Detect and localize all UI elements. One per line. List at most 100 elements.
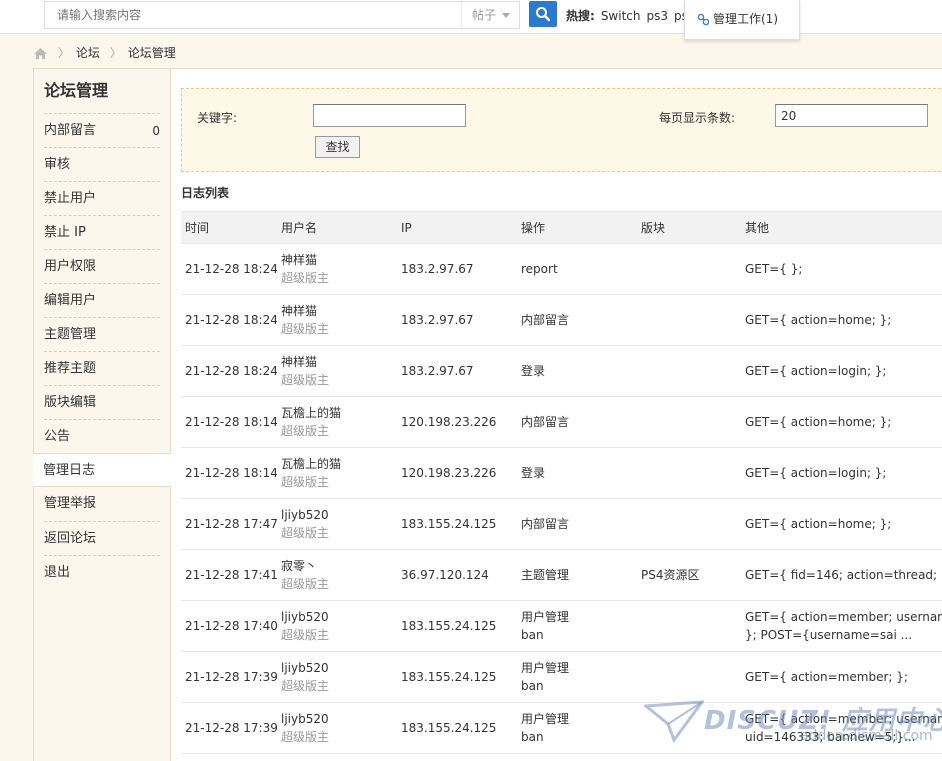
cell-operation: 内部留言 bbox=[517, 294, 637, 346]
sidebar-item-recommend-thread[interactable]: 推荐主题 bbox=[44, 351, 160, 385]
column-header-other: 其他 bbox=[741, 211, 942, 244]
search-type-select[interactable]: 帖子 bbox=[461, 2, 521, 28]
cell-ip: 183.2.97.67 bbox=[397, 345, 517, 397]
cell-forum bbox=[637, 651, 741, 703]
sidebar-item-edit-user[interactable]: 编辑用户 bbox=[44, 283, 160, 317]
operation-detail: ban bbox=[521, 730, 544, 744]
cell-user: 神样猫 超级版主 bbox=[277, 243, 397, 295]
cell-time: 21-12-28 18:14 bbox=[181, 396, 277, 448]
operation-detail: ban bbox=[521, 679, 544, 693]
sidebar-item-logout[interactable]: 退出 bbox=[44, 555, 160, 589]
sidebar-item-label: 退出 bbox=[44, 565, 71, 580]
cell-operation: 登录 bbox=[517, 447, 637, 499]
cell-other: GET={ action=login; }; bbox=[741, 447, 942, 499]
sidebar-title: 论坛管理 bbox=[44, 81, 109, 100]
username-link[interactable]: ljiyb520 bbox=[281, 610, 329, 624]
cell-other: GET={ }; bbox=[741, 243, 942, 295]
user-role: 超级版主 bbox=[281, 628, 330, 642]
username-link[interactable]: 神样猫 bbox=[281, 355, 317, 369]
cell-other: GET={ action=home; }; bbox=[741, 396, 942, 448]
operation-name: 用户管理 bbox=[521, 712, 570, 726]
cell-user: ljiyb520 超级版主 bbox=[277, 600, 397, 652]
cell-other: GET={ action=member; }; bbox=[741, 651, 942, 703]
user-role: 超级版主 bbox=[281, 373, 330, 387]
hot-search: 热搜: Switch ps3 ps bbox=[566, 7, 688, 24]
cell-ip: 183.155.24.125 bbox=[397, 702, 517, 754]
perpage-input[interactable] bbox=[775, 104, 928, 127]
other-line: uid=146333; bannew=5;}... bbox=[745, 730, 916, 744]
log-list-title: 日志列表 bbox=[181, 186, 230, 200]
cell-forum bbox=[637, 345, 741, 397]
sidebar-item-ban-user[interactable]: 禁止用户 bbox=[44, 181, 160, 215]
sidebar-item-label: 用户权限 bbox=[44, 259, 97, 274]
breadcrumb: 〉论坛 〉论坛管理 bbox=[33, 44, 176, 61]
find-button[interactable]: 查找 bbox=[315, 136, 360, 158]
sidebar-item-ban-ip[interactable]: 禁止 IP bbox=[44, 215, 160, 249]
sidebar-item-forum-edit[interactable]: 版块编辑 bbox=[44, 385, 160, 419]
cell-other: GET={ action=login; }; bbox=[741, 345, 942, 397]
sidebar-item-internal-message[interactable]: 内部留言 0 bbox=[44, 113, 160, 147]
sidebar-item-review[interactable]: 审核 bbox=[44, 147, 160, 181]
cell-forum bbox=[637, 396, 741, 448]
hot-search-item[interactable]: Switch bbox=[601, 9, 641, 23]
cell-operation: 用户管理 ban bbox=[517, 651, 637, 703]
link-icon bbox=[697, 13, 710, 26]
search-button[interactable] bbox=[529, 1, 557, 27]
user-role: 超级版主 bbox=[281, 577, 330, 591]
sidebar-item-label: 返回论坛 bbox=[44, 531, 97, 546]
column-header-forum: 版块 bbox=[637, 211, 741, 244]
cell-user: 神样猫 超级版主 bbox=[277, 294, 397, 346]
username-link[interactable]: 瓦檐上的猫 bbox=[281, 457, 341, 471]
cell-time: 21-12-28 17:39 bbox=[181, 702, 277, 754]
cell-forum bbox=[637, 702, 741, 754]
user-role: 超级版主 bbox=[281, 271, 330, 285]
user-role: 超级版主 bbox=[281, 730, 330, 744]
sidebar-menu: 内部留言 0 审核 禁止用户 禁止 IP 用户权限 编辑用户 主题管理 推荐主题 … bbox=[33, 113, 171, 589]
user-role: 超级版主 bbox=[281, 424, 330, 438]
breadcrumb-item[interactable]: 论坛 bbox=[76, 46, 100, 60]
username-link[interactable]: 神样猫 bbox=[281, 304, 317, 318]
keyword-input[interactable] bbox=[313, 104, 466, 127]
sidebar-item-label: 审核 bbox=[44, 157, 71, 172]
cell-time: 21-12-28 18:24 bbox=[181, 243, 277, 295]
column-header-operation: 操作 bbox=[517, 211, 637, 244]
sidebar-item-user-permissions[interactable]: 用户权限 bbox=[44, 249, 160, 283]
cell-ip: 36.97.120.124 bbox=[397, 549, 517, 601]
admin-work-link[interactable]: 管理工作(1) bbox=[697, 10, 778, 27]
admin-work-popup: 管理工作(1) bbox=[684, 0, 800, 40]
breadcrumb-item[interactable]: 论坛管理 bbox=[128, 46, 176, 60]
sidebar-item-admin-log[interactable]: 管理日志 bbox=[33, 453, 171, 487]
table-row: 21-12-28 17:47 ljiyb520 超级版主 183.155.24.1… bbox=[181, 498, 942, 550]
hot-search-item[interactable]: ps3 bbox=[647, 9, 669, 23]
sidebar-item-report-management[interactable]: 管理举报 bbox=[44, 487, 160, 521]
chevron-down-icon bbox=[502, 13, 511, 18]
username-link[interactable]: 寂零丶 bbox=[281, 559, 317, 573]
log-table: 时间 用户名 IP 操作 版块 其他 21-12-28 18:24 神样猫 超级版… bbox=[181, 211, 942, 754]
sidebar-item-thread-management[interactable]: 主题管理 bbox=[44, 317, 160, 351]
cell-other: GET={ action=home; }; bbox=[741, 498, 942, 550]
cell-user: ljiyb520 超级版主 bbox=[277, 702, 397, 754]
table-row: 21-12-28 17:39 ljiyb520 超级版主 183.155.24.1… bbox=[181, 702, 942, 754]
search-type-label: 帖子 bbox=[472, 8, 497, 22]
cell-forum: PS4资源区 bbox=[637, 549, 741, 601]
cell-forum bbox=[637, 447, 741, 499]
username-link[interactable]: ljiyb520 bbox=[281, 508, 329, 522]
operation-detail: ban bbox=[521, 628, 544, 642]
cell-time: 21-12-28 18:24 bbox=[181, 345, 277, 397]
sidebar-item-announcement[interactable]: 公告 bbox=[44, 419, 160, 453]
operation-name: 用户管理 bbox=[521, 661, 570, 675]
cell-user: 瓦檐上的猫 超级版主 bbox=[277, 447, 397, 499]
search-input[interactable] bbox=[45, 2, 461, 28]
cell-other: GET={ fid=146; action=thread; }; bbox=[741, 549, 942, 601]
sidebar-item-back-to-forum[interactable]: 返回论坛 bbox=[44, 521, 160, 555]
keyword-label: 关键字: bbox=[197, 111, 238, 125]
home-icon[interactable] bbox=[33, 47, 48, 60]
table-row: 21-12-28 18:24 神样猫 超级版主 183.2.97.67 内部留言 … bbox=[181, 294, 942, 346]
username-link[interactable]: 神样猫 bbox=[281, 253, 317, 267]
main-content: 关键字: 每页显示条数: 查找 日志列表 时间 用户名 IP 操作 版块 其他 … bbox=[171, 68, 942, 761]
sidebar-item-label: 推荐主题 bbox=[44, 361, 97, 376]
username-link[interactable]: 瓦檐上的猫 bbox=[281, 406, 341, 420]
username-link[interactable]: ljiyb520 bbox=[281, 712, 329, 726]
cell-operation: 登录 bbox=[517, 345, 637, 397]
username-link[interactable]: ljiyb520 bbox=[281, 661, 329, 675]
